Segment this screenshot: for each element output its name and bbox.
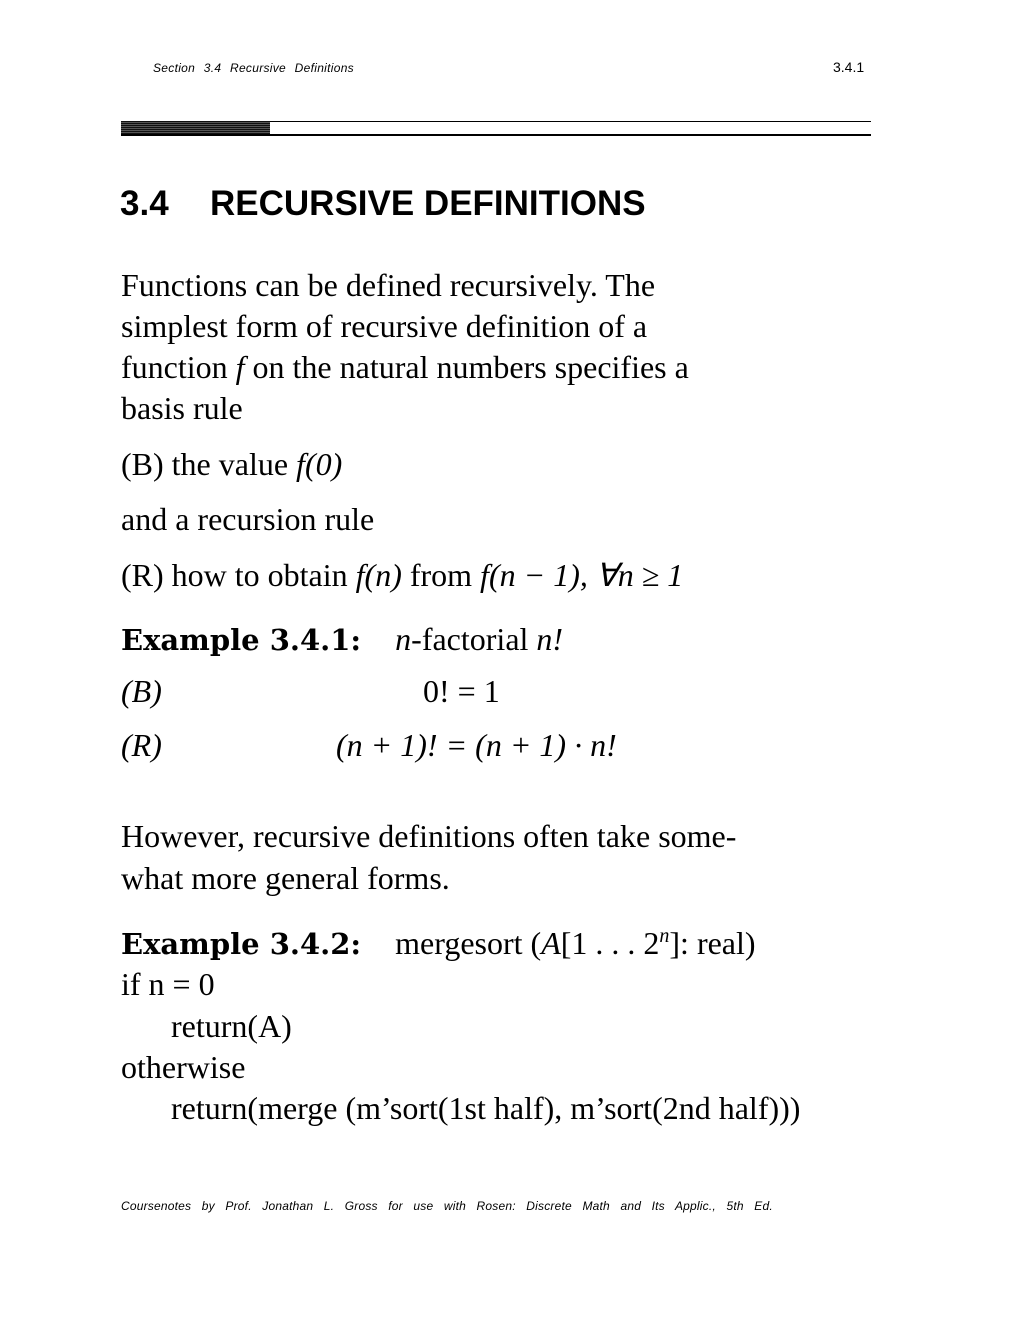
general-line-1: However, recursive definitions often tak… — [121, 818, 737, 854]
section-title: 3.4 RECURSIVE DEFINITIONS — [120, 184, 646, 224]
example-2-heading: Example 3.4.2: mergesort (A[1 . . . 2n]:… — [121, 925, 756, 962]
example-1-label: Example 3.4.1: — [121, 623, 362, 657]
general-line-2: what more general forms. — [121, 860, 450, 896]
code-line-return-merge: return(merge (m’sort(1st half), m’sort(2… — [171, 1090, 801, 1126]
header-rule — [121, 121, 871, 136]
intro-line-2: simplest form of recursive definition of… — [121, 308, 648, 344]
recursion-from: from — [409, 557, 473, 593]
intro-line-3-rest: on the natural numbers specifies a — [252, 349, 689, 385]
example-1-formula-b: 0! = 1 — [423, 673, 500, 709]
code-line-otherwise: otherwise — [121, 1049, 246, 1085]
var-f: f — [235, 349, 245, 385]
example-1-heading: Example 3.4.1: n-factorial n! — [121, 621, 563, 658]
example-2-label: Example 3.4.2: — [121, 927, 362, 961]
example-1-tag-r: (R) — [121, 727, 162, 763]
example-1-desc: -factorial — [411, 621, 529, 657]
example-1-tag-b: (B) — [121, 673, 162, 709]
basis-expression: f(0) — [296, 446, 343, 482]
example-1-nfact: n! — [536, 621, 564, 657]
section-title-text: RECURSIVE DEFINITIONS — [210, 184, 646, 223]
intro-line-1: Functions can be defined recursively. Th… — [121, 267, 656, 303]
signature-array: A — [541, 925, 561, 961]
intro-word-function: function — [121, 349, 228, 385]
footer-credit: Coursenotes by Prof. Jonathan L. Gross f… — [121, 1199, 773, 1213]
recursion-intro: and a recursion rule — [121, 501, 375, 537]
running-header: Section 3.4 Recursive Definitions — [153, 61, 354, 75]
recursion-label: (R) how to obtain — [121, 557, 348, 593]
basis-rule: (B) the value f(0) — [121, 446, 342, 483]
code-line-return-a: return(A) — [171, 1008, 292, 1044]
recursion-expr-fn-1: f(n − 1), ∀n ≥ 1 — [480, 557, 684, 593]
signature-exponent: n — [659, 925, 670, 947]
signature-prefix: mergesort ( — [395, 925, 542, 961]
intro-line-3: function f on the natural numbers specif… — [121, 349, 689, 386]
example-1-var: n — [395, 621, 412, 657]
intro-line-4: basis rule — [121, 390, 243, 426]
recursion-rule: (R) how to obtain f(n) from f(n − 1), ∀n… — [121, 556, 683, 594]
signature-suffix: ]: real) — [669, 925, 756, 961]
basis-label: (B) the value — [121, 446, 289, 482]
page-number: 3.4.1 — [833, 59, 865, 75]
code-line-if: if n = 0 — [121, 966, 215, 1002]
signature-range: [1 . . . 2 — [560, 925, 660, 961]
example-1-formula-r: (n + 1)! = (n + 1) · n! — [336, 727, 617, 763]
section-number: 3.4 — [120, 184, 169, 223]
rule-bottom-line — [121, 134, 871, 136]
recursion-expr-fn: f(n) — [355, 557, 402, 593]
